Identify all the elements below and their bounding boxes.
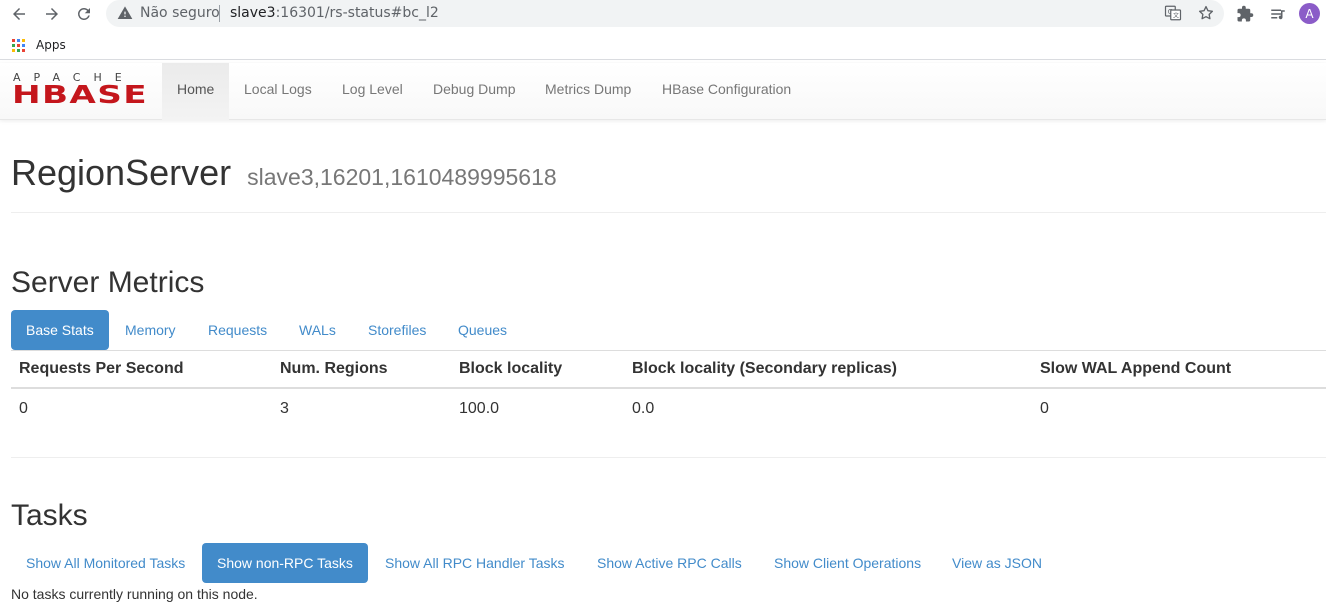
col-block-locality-secondary: Block locality (Secondary replicas) — [632, 360, 897, 377]
nav-debug-dump[interactable]: Debug Dump — [418, 63, 531, 120]
reload-button[interactable] — [73, 3, 95, 25]
tab-wals[interactable]: WALs — [284, 310, 351, 350]
url-text[interactable]: slave3:16301/rs-status#bc_l2 — [230, 5, 439, 21]
pill-all-monitored-tasks[interactable]: Show All Monitored Tasks — [11, 543, 200, 583]
table-row: 0 3 100.0 0.0 0 — [11, 390, 1326, 428]
apps-bookmark[interactable]: Apps — [36, 38, 66, 52]
extensions-icon — [1237, 5, 1254, 22]
cell-block-locality-secondary: 0.0 — [632, 400, 655, 417]
metrics-tabs: Base Stats Memory Requests WALs Storefil… — [11, 310, 1326, 351]
pill-client-operations[interactable]: Show Client Operations — [759, 543, 936, 583]
forward-icon — [46, 8, 58, 20]
translate-icon[interactable]: G文 — [1164, 4, 1182, 22]
pill-active-rpc-calls[interactable]: Show Active RPC Calls — [582, 543, 757, 583]
col-requests-per-second: Requests Per Second — [19, 360, 184, 377]
cell-block-locality: 100.0 — [459, 400, 500, 417]
security-status[interactable]: Não seguro — [140, 5, 220, 21]
warning-icon — [117, 6, 133, 19]
col-num-regions: Num. Regions — [280, 360, 388, 377]
tasks-heading: Tasks — [11, 499, 88, 532]
pill-all-rpc-handler-tasks[interactable]: Show All RPC Handler Tasks — [370, 543, 579, 583]
col-block-locality: Block locality — [459, 360, 563, 377]
back-button[interactable] — [8, 3, 30, 25]
nav-log-level[interactable]: Log Level — [327, 63, 418, 120]
col-slow-wal-append-count: Slow WAL Append Count — [1040, 360, 1232, 377]
url-path: :16301/rs-status#bc_l2 — [275, 5, 439, 21]
bookmarks-bar: Apps — [0, 29, 1326, 60]
star-icon[interactable] — [1197, 4, 1215, 22]
address-bar[interactable]: Não seguro slave3:16301/rs-status#bc_l2 … — [106, 0, 1224, 27]
svg-text:文: 文 — [1173, 12, 1179, 20]
url-host: slave3 — [230, 5, 276, 21]
tab-memory[interactable]: Memory — [110, 310, 191, 350]
back-icon — [13, 8, 25, 20]
cell-num-regions: 3 — [280, 400, 289, 417]
server-metrics-heading: Server Metrics — [11, 266, 205, 299]
apps-grid-icon[interactable] — [12, 39, 25, 52]
pill-non-rpc-tasks[interactable]: Show non-RPC Tasks — [202, 543, 368, 583]
page-title: RegionServer slave3,16201,1610489995618 — [11, 152, 557, 194]
hbase-logo[interactable]: APACHE HBASE — [12, 70, 148, 106]
no-tasks-message: No tasks currently running on this node. — [11, 586, 258, 602]
page-title-text: RegionServer — [11, 152, 232, 193]
cell-slow-wal-append-count: 0 — [1040, 400, 1049, 417]
browser-toolbar: Não seguro slave3:16301/rs-status#bc_l2 … — [0, 0, 1326, 27]
forward-button[interactable] — [41, 3, 63, 25]
server-name: slave3,16201,1610489995618 — [247, 164, 557, 190]
extensions-button[interactable] — [1235, 4, 1255, 24]
table-header-row: Requests Per Second Num. Regions Block l… — [11, 351, 1326, 389]
cell-requests-per-second: 0 — [19, 400, 28, 417]
nav-metrics-dump[interactable]: Metrics Dump — [530, 63, 646, 120]
nav-local-logs[interactable]: Local Logs — [229, 63, 327, 120]
address-separator — [219, 5, 220, 22]
task-filter-pills: Show All Monitored Tasks Show non-RPC Ta… — [11, 543, 1326, 583]
tab-storefiles[interactable]: Storefiles — [353, 310, 441, 350]
reading-list-icon — [1271, 9, 1285, 20]
divider — [11, 212, 1326, 213]
tab-base-stats[interactable]: Base Stats — [11, 310, 109, 350]
profile-avatar[interactable]: A — [1299, 3, 1320, 24]
divider — [11, 457, 1326, 458]
svg-text:HBASE: HBASE — [12, 80, 148, 106]
hbase-navbar: APACHE HBASE Home Local Logs Log Level D… — [0, 63, 1326, 120]
tab-queues[interactable]: Queues — [443, 310, 522, 350]
reading-list-button[interactable] — [1268, 4, 1288, 24]
reload-icon — [77, 7, 90, 20]
nav-home[interactable]: Home — [162, 63, 230, 120]
tab-requests[interactable]: Requests — [193, 310, 282, 350]
pill-view-as-json[interactable]: View as JSON — [937, 543, 1057, 583]
nav-hbase-configuration[interactable]: HBase Configuration — [647, 63, 806, 120]
